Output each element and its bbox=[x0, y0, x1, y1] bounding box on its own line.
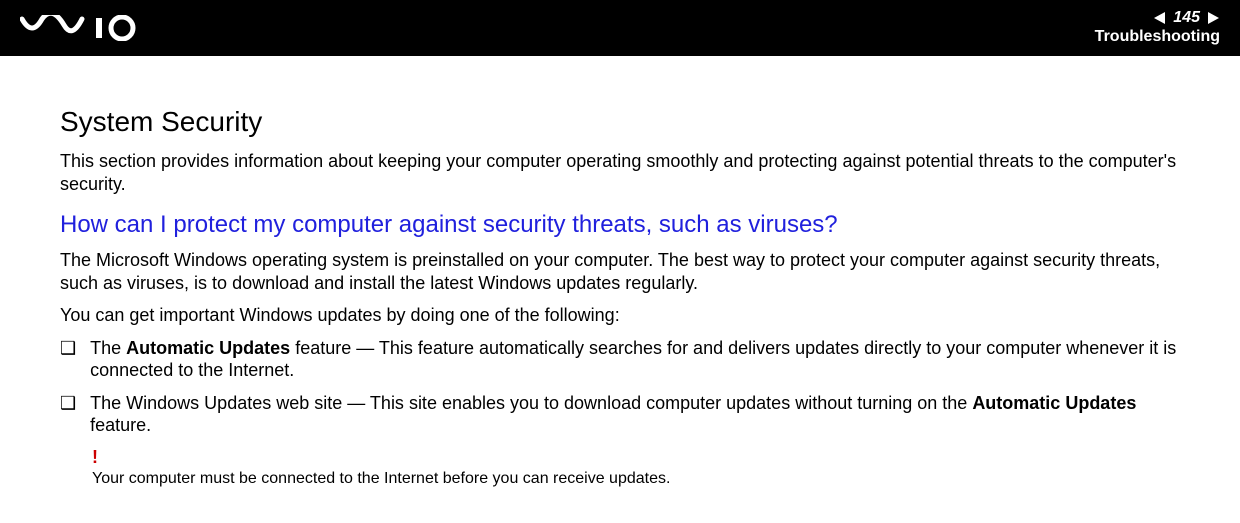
prev-page-button[interactable] bbox=[1153, 11, 1167, 25]
bullet-marker-icon: ❑ bbox=[60, 392, 76, 415]
text-bold: Automatic Updates bbox=[972, 393, 1136, 413]
page-number: 145 bbox=[1173, 10, 1200, 26]
next-page-button[interactable] bbox=[1206, 11, 1220, 25]
page-nav: 145 bbox=[1153, 10, 1220, 26]
page-header: 145 Troubleshooting bbox=[0, 0, 1240, 56]
list-item: ❑ The Windows Updates web site — This si… bbox=[60, 392, 1180, 437]
section-heading: System Security bbox=[60, 106, 1180, 138]
vaio-logo bbox=[20, 15, 150, 41]
vaio-logo-icon bbox=[20, 15, 150, 41]
page-content: System Security This section provides in… bbox=[0, 56, 1240, 518]
header-nav: 145 Troubleshooting bbox=[1095, 10, 1220, 46]
text-segment: The Windows Updates web site — This site… bbox=[90, 393, 972, 413]
warning-icon: ! bbox=[92, 447, 1180, 468]
note-text: Your computer must be connected to the I… bbox=[92, 470, 1180, 488]
list-item-text: The Windows Updates web site — This site… bbox=[90, 392, 1180, 437]
triangle-left-icon bbox=[1153, 11, 1167, 25]
triangle-right-icon bbox=[1206, 11, 1220, 25]
text-bold: Automatic Updates bbox=[126, 338, 290, 358]
question-heading: How can I protect my computer against se… bbox=[60, 211, 1180, 239]
list-item-text: The Automatic Updates feature — This fea… bbox=[90, 337, 1180, 382]
answer-paragraph-1: The Microsoft Windows operating system i… bbox=[60, 249, 1180, 294]
text-segment: feature. bbox=[90, 415, 151, 435]
list-item: ❑ The Automatic Updates feature — This f… bbox=[60, 337, 1180, 382]
answer-paragraph-2: You can get important Windows updates by… bbox=[60, 304, 1180, 327]
bullet-marker-icon: ❑ bbox=[60, 337, 76, 360]
note-block: ! Your computer must be connected to the… bbox=[92, 447, 1180, 488]
text-segment: The bbox=[90, 338, 126, 358]
intro-paragraph: This section provides information about … bbox=[60, 150, 1180, 195]
header-section-label: Troubleshooting bbox=[1095, 28, 1220, 46]
